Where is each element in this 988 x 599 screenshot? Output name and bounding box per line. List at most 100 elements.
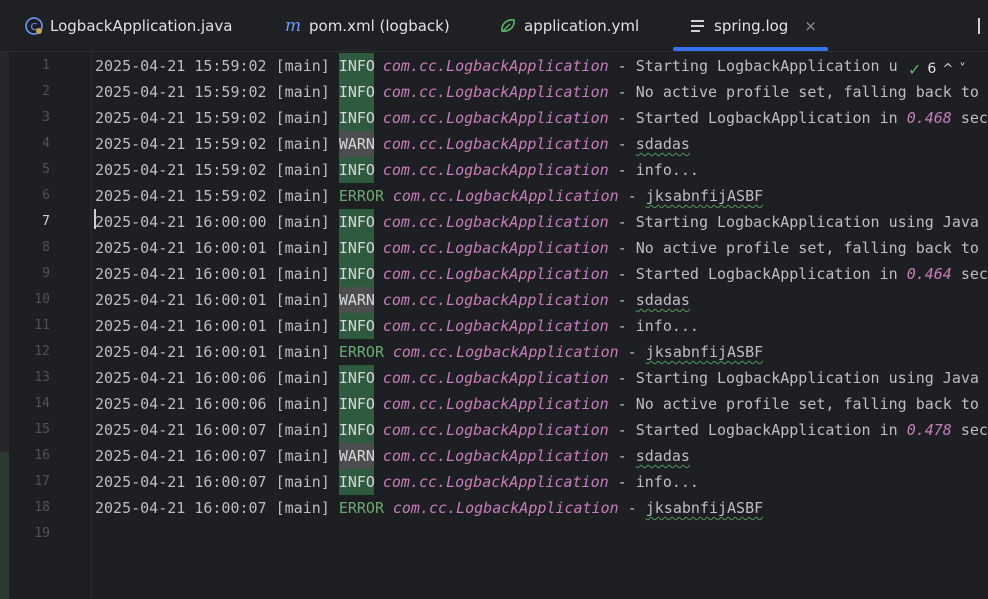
log-logger: com.cc.LogbackApplication — [382, 109, 609, 127]
chevron-up-icon[interactable]: ^ — [942, 62, 953, 77]
line-number[interactable]: 2 — [0, 79, 50, 105]
line-number[interactable]: 5 — [0, 157, 50, 183]
log-line[interactable]: 2025-04-21 16:00:01 [main] INFO com.cc.L… — [95, 313, 699, 339]
log-line[interactable]: 2025-04-21 16:00:07 [main] ERROR com.cc.… — [95, 495, 763, 521]
log-timestamp: 2025-04-21 16:00:06 — [95, 369, 267, 387]
log-separator: - — [608, 473, 636, 491]
line-number[interactable]: 1 — [0, 53, 50, 79]
log-line[interactable]: 2025-04-21 15:59:02 [main] INFO com.cc.L… — [95, 79, 979, 105]
line-number[interactable]: 19 — [0, 521, 50, 547]
log-timestamp: 2025-04-21 16:00:01 — [95, 265, 267, 283]
line-number[interactable]: 13 — [0, 365, 50, 391]
chevron-down-icon[interactable]: ˅ — [959, 62, 966, 77]
log-timestamp: 2025-04-21 16:00:01 — [95, 239, 267, 257]
text-file-icon — [688, 16, 708, 36]
line-number[interactable]: 11 — [0, 313, 50, 339]
tab-application-yml[interactable]: application.yml — [498, 0, 639, 51]
log-line[interactable]: 2025-04-21 15:59:02 [main] ERROR com.cc.… — [95, 183, 763, 209]
log-logger: com.cc.LogbackApplication — [382, 421, 609, 439]
editor-area[interactable]: 1 2 3 4 5 6 7 8 9 10 11 12 13 14 15 16 17 18 19 2025-04-21… — [0, 52, 988, 599]
spring-yaml-icon — [498, 16, 518, 36]
log-line[interactable]: 2025-04-21 16:00:01 [main] INFO com.cc.L… — [95, 235, 979, 261]
log-separator: - — [608, 447, 636, 465]
line-number[interactable]: 14 — [0, 391, 50, 417]
check-icon: ✓ — [908, 59, 922, 79]
log-timestamp: 2025-04-21 15:59:02 — [95, 187, 267, 205]
log-message-number: 0.468 — [906, 109, 952, 127]
log-line[interactable]: 2025-04-21 16:00:06 [main] INFO com.cc.L… — [95, 391, 979, 417]
log-message: Started LogbackApplication in — [635, 421, 907, 439]
log-level: INFO — [338, 209, 375, 235]
log-line[interactable]: 2025-04-21 15:59:02 [main] INFO com.cc.L… — [95, 53, 898, 79]
log-level: INFO — [338, 157, 375, 183]
log-level: INFO — [338, 313, 375, 339]
log-separator: - — [608, 421, 636, 439]
line-number[interactable]: 7 — [0, 209, 50, 235]
log-message: Starting LogbackApplication u — [635, 57, 898, 75]
log-thread: [main] — [275, 213, 330, 231]
log-line[interactable]: 2025-04-21 16:00:01 [main] WARN com.cc.L… — [95, 287, 690, 313]
log-separator: - — [608, 291, 636, 309]
line-number[interactable]: 17 — [0, 469, 50, 495]
log-logger: com.cc.LogbackApplication — [382, 395, 609, 413]
log-line[interactable]: 2025-04-21 16:00:07 [main] INFO com.cc.L… — [95, 469, 699, 495]
log-thread: [main] — [275, 135, 330, 153]
log-line[interactable]: 2025-04-21 16:00:01 [main] ERROR com.cc.… — [95, 339, 763, 365]
line-number-gutter[interactable]: 1 2 3 4 5 6 7 8 9 10 11 12 13 14 15 16 17 18 19 — [0, 52, 92, 599]
line-number[interactable]: 6 — [0, 183, 50, 209]
log-message: No active profile set, falling back to — [635, 83, 979, 101]
line-number[interactable]: 8 — [0, 235, 50, 261]
close-icon[interactable]: × — [804, 17, 817, 35]
line-number[interactable]: 4 — [0, 131, 50, 157]
log-level: INFO — [338, 235, 375, 261]
log-line[interactable]: 2025-04-21 15:59:02 [main] INFO com.cc.L… — [95, 105, 988, 131]
log-level: INFO — [338, 391, 375, 417]
tab-logback-application-java[interactable]: C LogbackApplication.java — [24, 0, 232, 51]
inspections-widget[interactable]: ✓ 6 ^ ˅ — [908, 54, 988, 84]
log-message: Starting LogbackApplication using Java — [635, 369, 979, 387]
tab-pom-xml[interactable]: m pom.xml (logback) — [283, 0, 450, 51]
log-thread: [main] — [275, 187, 330, 205]
log-line[interactable]: 2025-04-21 15:59:02 [main] INFO com.cc.L… — [95, 157, 699, 183]
log-logger: com.cc.LogbackApplication — [382, 57, 609, 75]
log-line[interactable]: 2025-04-21 15:59:02 [main] WARN com.cc.L… — [95, 131, 690, 157]
log-timestamp: 2025-04-21 15:59:02 — [95, 135, 267, 153]
line-number[interactable]: 16 — [0, 443, 50, 469]
log-line[interactable]: 2025-04-21 16:00:06 [main] INFO com.cc.L… — [95, 365, 979, 391]
log-message-suffix: sec — [951, 109, 988, 127]
log-line[interactable]: 2025-04-21 16:00:00 [main] INFO com.cc.L… — [95, 209, 979, 235]
log-thread: [main] — [275, 265, 330, 283]
log-message-number: 0.464 — [906, 265, 952, 283]
log-level: INFO — [338, 105, 375, 131]
tab-overflow-edge — [978, 18, 988, 34]
log-logger: com.cc.LogbackApplication — [382, 291, 609, 309]
log-thread: [main] — [275, 161, 330, 179]
log-separator: - — [608, 213, 636, 231]
line-number[interactable]: 9 — [0, 261, 50, 287]
text-caret — [94, 209, 96, 229]
log-logger: com.cc.LogbackApplication — [382, 369, 609, 387]
log-thread: [main] — [275, 369, 330, 387]
log-timestamp: 2025-04-21 16:00:01 — [95, 291, 267, 309]
log-line[interactable]: 2025-04-21 16:00:01 [main] INFO com.cc.L… — [95, 261, 988, 287]
log-timestamp: 2025-04-21 15:59:02 — [95, 161, 267, 179]
log-separator: - — [618, 499, 646, 517]
tab-spring-log[interactable]: spring.log × — [688, 0, 817, 51]
log-separator: - — [608, 57, 636, 75]
log-message-suffix: sec — [951, 421, 988, 439]
log-logger: com.cc.LogbackApplication — [382, 213, 609, 231]
log-logger: com.cc.LogbackApplication — [382, 83, 609, 101]
log-timestamp: 2025-04-21 16:00:07 — [95, 473, 267, 491]
log-separator: - — [608, 395, 636, 413]
log-message: sdadas — [635, 291, 690, 309]
log-line[interactable]: 2025-04-21 16:00:07 [main] INFO com.cc.L… — [95, 417, 988, 443]
line-number[interactable]: 3 — [0, 105, 50, 131]
log-thread: [main] — [275, 473, 330, 491]
log-separator: - — [608, 369, 636, 387]
log-line[interactable]: 2025-04-21 16:00:07 [main] WARN com.cc.L… — [95, 443, 690, 469]
line-number[interactable]: 15 — [0, 417, 50, 443]
line-number[interactable]: 18 — [0, 495, 50, 521]
log-separator: - — [608, 265, 636, 283]
line-number[interactable]: 10 — [0, 287, 50, 313]
line-number[interactable]: 12 — [0, 339, 50, 365]
